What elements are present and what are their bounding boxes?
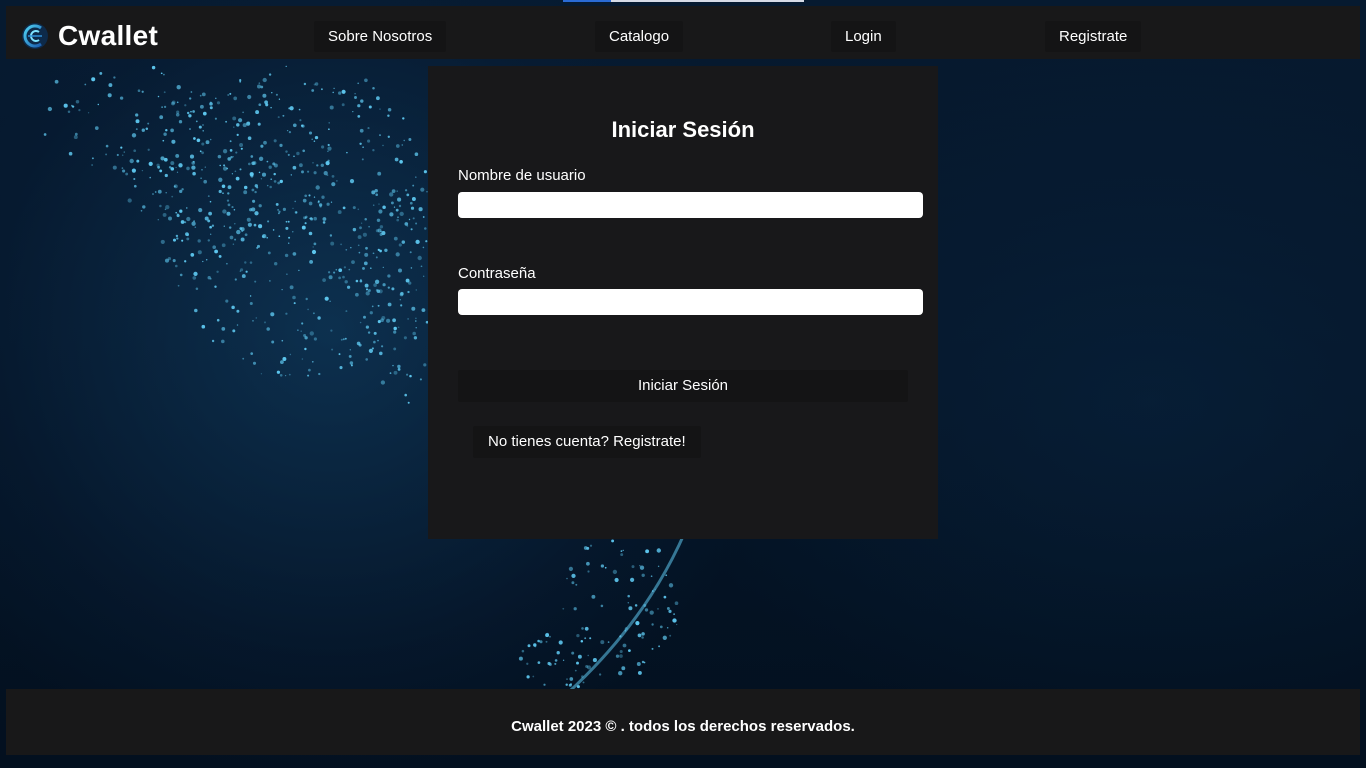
- navbar: Cwallet Sobre Nosotros Catalogo Login Re…: [6, 6, 1360, 59]
- cwallet-logo-icon: [22, 23, 48, 49]
- brand[interactable]: Cwallet: [20, 16, 158, 56]
- footer: Cwallet 2023 © . todos los derechos rese…: [6, 689, 1360, 755]
- login-submit-button[interactable]: Iniciar Sesión: [458, 370, 908, 402]
- nav-sobre-nosotros[interactable]: Sobre Nosotros: [314, 21, 447, 52]
- username-label: Nombre de usuario: [458, 167, 586, 184]
- nav-login[interactable]: Login: [831, 21, 896, 52]
- login-card: Iniciar Sesión Nombre de usuario Contras…: [428, 66, 938, 539]
- register-link[interactable]: No tienes cuenta? Registrate!: [473, 426, 701, 458]
- brand-name: Cwallet: [58, 20, 159, 51]
- username-input[interactable]: [458, 192, 923, 218]
- password-input[interactable]: [458, 289, 923, 315]
- nav-registrate[interactable]: Registrate: [1045, 21, 1142, 52]
- nav-catalogo[interactable]: Catalogo: [595, 21, 684, 52]
- top-accent-highlight: [563, 0, 611, 2]
- password-label: Contraseña: [458, 265, 536, 282]
- footer-copyright: Cwallet 2023 © . todos los derechos rese…: [511, 718, 855, 735]
- login-title: Iniciar Sesión: [611, 117, 755, 142]
